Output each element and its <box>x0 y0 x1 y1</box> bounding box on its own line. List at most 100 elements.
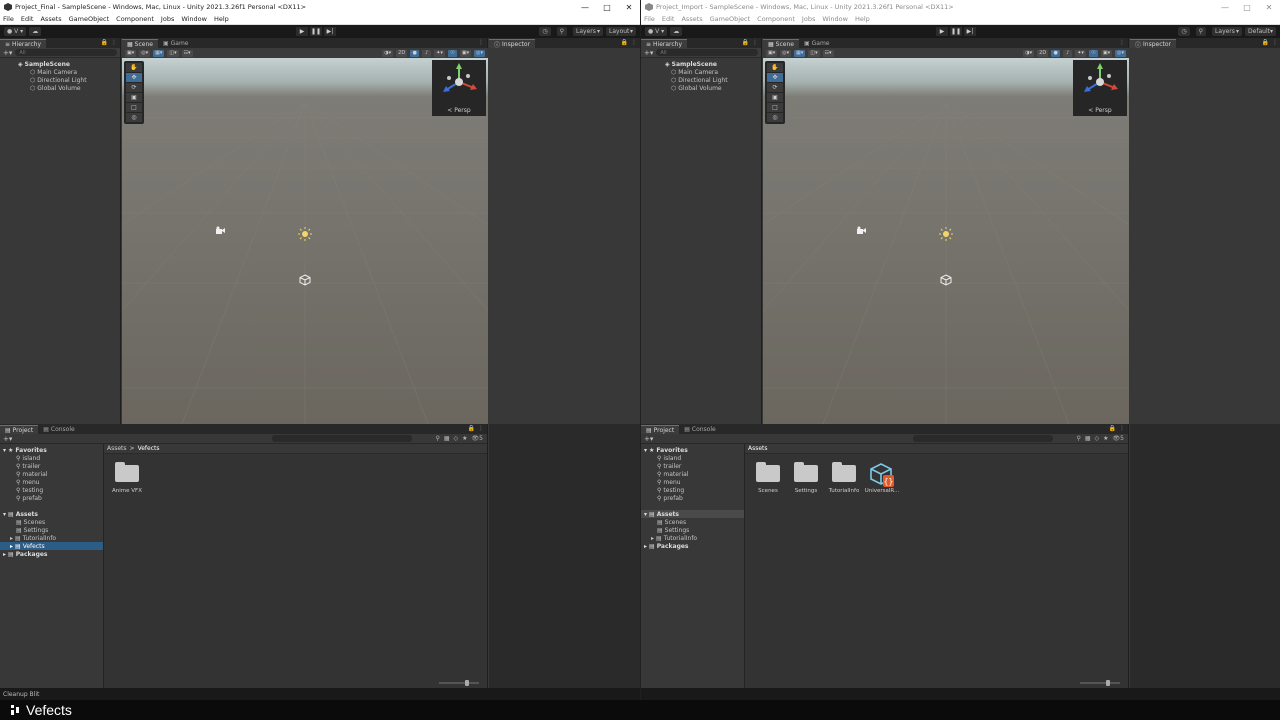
menu-assets[interactable]: Assets <box>40 15 61 23</box>
light-gizmo-icon[interactable] <box>939 227 953 241</box>
account-dropdown[interactable]: ● V ▾ <box>645 27 668 36</box>
minimize-icon[interactable]: — <box>1214 0 1236 14</box>
more-icon[interactable]: ⋮ <box>1119 425 1125 432</box>
more-icon[interactable]: ⋮ <box>631 39 637 46</box>
more-icon[interactable]: ⋮ <box>478 39 484 46</box>
favorite-item[interactable]: ⚲ island <box>0 454 103 462</box>
menu-edit[interactable]: Edit <box>662 15 675 23</box>
lock-icon[interactable]: 🔒 <box>468 425 475 432</box>
history-icon[interactable]: ◷ <box>539 27 551 36</box>
volume-gizmo-icon[interactable] <box>939 273 953 287</box>
orientation-gizmo[interactable]: < Persp <box>1073 60 1127 116</box>
history-icon[interactable]: ◷ <box>1178 27 1190 36</box>
tab-game[interactable]: ▣ Game <box>158 39 194 48</box>
layout-dropdown[interactable]: Layout ▾ <box>606 27 636 36</box>
move-tool-icon[interactable]: ✥ <box>767 73 783 82</box>
hierarchy-item[interactable]: ⬡ Main Camera <box>641 68 761 76</box>
scene-root[interactable]: ◈ SampleScene <box>641 60 761 68</box>
asset-folder[interactable]: ▤ Scenes <box>0 518 103 526</box>
hierarchy-search-input[interactable]: All <box>15 49 117 56</box>
asset-folder[interactable]: ▤ Settings <box>641 526 744 534</box>
play-icon[interactable]: ▶ <box>296 27 308 36</box>
play-icon[interactable]: ▶ <box>936 27 948 36</box>
hidden-count-icon[interactable]: 👁5 <box>472 435 483 442</box>
favorite-icon[interactable]: ★ <box>1103 435 1108 442</box>
scale-tool-icon[interactable]: ▣ <box>126 93 142 102</box>
transform-tool-icon[interactable]: ◎ <box>767 113 783 122</box>
camera-gizmo-icon[interactable] <box>213 223 227 237</box>
tab-inspector[interactable]: ⓘ Inspector <box>1130 39 1177 49</box>
type-filter-icon[interactable]: ▦ <box>1085 435 1091 442</box>
hand-tool-icon[interactable]: ✋ <box>767 63 783 72</box>
asset-folder[interactable]: ▤ Settings <box>0 526 103 534</box>
assets-header[interactable]: ▾ ▤ Assets <box>0 510 103 518</box>
scene-view[interactable]: ▣▾ ◎▾ ▦▾ ◫▾ ☷▾ ◑▾ 2D ● ♪ ✦▾ ☉ ▣▾ ◎▾ ✋ ✥ … <box>763 48 1129 424</box>
packages-header[interactable]: ▸ ▤ Packages <box>641 542 744 550</box>
light-gizmo-icon[interactable] <box>298 227 312 241</box>
close-icon[interactable]: ✕ <box>618 0 640 14</box>
add-icon[interactable]: +▾ <box>644 49 653 57</box>
hierarchy-search-input[interactable]: All <box>656 49 758 56</box>
label-filter-icon[interactable]: ◇ <box>454 435 459 442</box>
layers-dropdown[interactable]: Layers ▾ <box>1212 27 1243 36</box>
asset-folder-tile[interactable]: Anime VFX <box>112 462 142 494</box>
tab-project[interactable]: ▤ Project <box>0 425 39 434</box>
favorite-item[interactable]: ⚲ island <box>641 454 744 462</box>
favorite-item[interactable]: ⚲ menu <box>0 478 103 486</box>
orientation-gizmo[interactable]: < Persp <box>432 60 486 116</box>
more-icon[interactable]: ⋮ <box>1119 39 1125 46</box>
persp-label[interactable]: < Persp <box>1073 107 1127 114</box>
favorites-header[interactable]: ▾ ★ Favorites <box>641 446 744 454</box>
search-icon[interactable]: ⚲ <box>1195 27 1207 36</box>
tab-game[interactable]: ▣ Game <box>799 39 835 48</box>
rect-tool-icon[interactable]: □ <box>767 103 783 112</box>
label-filter-icon[interactable]: ◇ <box>1095 435 1100 442</box>
breadcrumb-assets[interactable]: Assets <box>748 445 768 452</box>
menu-file[interactable]: File <box>3 15 14 23</box>
favorite-item[interactable]: ⚲ material <box>0 470 103 478</box>
rotate-tool-icon[interactable]: ⟳ <box>126 83 142 92</box>
add-icon[interactable]: +▾ <box>3 49 12 57</box>
asset-folder-selected[interactable]: ▸ ▤ Vefects <box>0 542 103 550</box>
asset-folder[interactable]: ▸ ▤ TutorialInfo <box>641 534 744 542</box>
pause-icon[interactable]: ❚❚ <box>950 27 962 36</box>
packages-header[interactable]: ▸ ▤ Packages <box>0 550 103 558</box>
project-search-input[interactable] <box>272 435 412 442</box>
more-icon[interactable]: ⋮ <box>1272 39 1278 46</box>
more-icon[interactable]: ⋮ <box>478 425 484 432</box>
tab-inspector[interactable]: ⓘ Inspector <box>489 39 536 49</box>
menu-jobs[interactable]: Jobs <box>161 15 174 23</box>
tab-project[interactable]: ▤ Project <box>641 425 680 434</box>
tab-scene[interactable]: ▦ Scene <box>122 39 158 48</box>
layers-dropdown[interactable]: Layers ▾ <box>573 27 603 36</box>
maximize-icon[interactable]: □ <box>596 0 618 14</box>
menu-gameobject[interactable]: GameObject <box>69 15 110 23</box>
asset-folder-tile[interactable]: TutorialInfo <box>829 462 859 494</box>
menu-component[interactable]: Component <box>116 15 154 23</box>
asset-folder-tile[interactable]: Settings <box>793 462 819 494</box>
minimize-icon[interactable]: — <box>574 0 596 14</box>
scene-root[interactable]: ◈ SampleScene <box>0 60 120 68</box>
favorite-item[interactable]: ⚲ material <box>641 470 744 478</box>
lock-icon[interactable]: 🔒 <box>1109 425 1116 432</box>
hierarchy-item[interactable]: ⬡ Main Camera <box>0 68 120 76</box>
more-icon[interactable]: ⋮ <box>752 39 758 46</box>
create-icon[interactable]: +▾ <box>644 435 653 443</box>
tab-hierarchy[interactable]: ≡ Hierarchy <box>0 39 47 48</box>
favorite-item[interactable]: ⚲ prefab <box>641 494 744 502</box>
asset-folder[interactable]: ▤ Scenes <box>641 518 744 526</box>
menu-jobs[interactable]: Jobs <box>802 15 815 23</box>
tab-console[interactable]: ▤ Console <box>38 425 80 434</box>
scale-tool-icon[interactable]: ▣ <box>767 93 783 102</box>
tab-console[interactable]: ▤ Console <box>679 425 721 434</box>
menu-help[interactable]: Help <box>214 15 229 23</box>
lock-icon[interactable]: 🔒 <box>101 39 108 46</box>
hierarchy-item[interactable]: ⬡ Global Volume <box>641 84 761 92</box>
search-scope-icon[interactable]: ⚲ <box>1076 435 1080 442</box>
tab-scene[interactable]: ▦ Scene <box>763 39 799 48</box>
favorite-item[interactable]: ⚲ testing <box>641 486 744 494</box>
maximize-icon[interactable]: □ <box>1236 0 1258 14</box>
favorite-item[interactable]: ⚲ trailer <box>0 462 103 470</box>
menu-gameobject[interactable]: GameObject <box>710 15 751 23</box>
project-search-input[interactable] <box>913 435 1053 442</box>
